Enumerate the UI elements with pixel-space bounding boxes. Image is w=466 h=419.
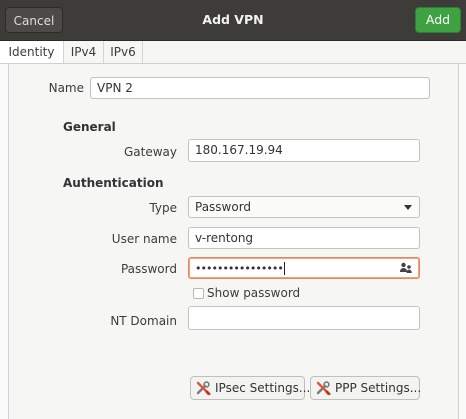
nt-domain-label: NT Domain xyxy=(110,314,177,328)
show-password-label: Show password xyxy=(207,286,301,300)
ppp-settings-button[interactable]: PPP Settings... xyxy=(310,376,422,400)
password-masked-value: •••••••••••••••• xyxy=(195,262,284,275)
username-label: User name xyxy=(111,232,177,246)
password-field[interactable]: •••••••••••••••• xyxy=(188,257,420,279)
show-password-checkbox[interactable] xyxy=(193,288,204,299)
gateway-field[interactable]: 180.167.19.94 xyxy=(188,139,420,162)
chevron-down-icon xyxy=(404,205,412,210)
user-group-icon[interactable] xyxy=(399,261,413,275)
wrench-screwdriver-icon xyxy=(196,381,211,395)
type-label: Type xyxy=(149,201,177,215)
add-button[interactable]: Add xyxy=(415,7,461,33)
text-cursor xyxy=(283,262,285,275)
dialog-title: Add VPN xyxy=(202,12,264,27)
username-field[interactable]: v-rentong xyxy=(188,227,420,249)
cancel-button[interactable]: Cancel xyxy=(5,7,63,33)
general-heading: General xyxy=(63,120,116,134)
type-value: Password xyxy=(195,200,252,214)
tab-bar: Identity IPv4 IPv6 xyxy=(0,41,466,64)
authentication-heading: Authentication xyxy=(63,176,164,190)
tab-ipv4[interactable]: IPv4 xyxy=(64,41,104,63)
password-label: Password xyxy=(120,262,177,276)
ppp-settings-label: PPP Settings... xyxy=(335,381,422,395)
wrench-screwdriver-icon xyxy=(316,381,331,395)
type-dropdown[interactable]: Password xyxy=(188,196,420,218)
gateway-label: Gateway xyxy=(123,145,177,159)
tab-identity[interactable]: Identity xyxy=(0,41,64,63)
name-field[interactable]: VPN 2 xyxy=(90,77,430,99)
header-bar: Cancel Add VPN Add xyxy=(0,0,466,41)
tab-ipv6[interactable]: IPv6 xyxy=(104,41,143,63)
ipsec-settings-button[interactable]: IPsec Settings... xyxy=(190,376,310,400)
ipsec-settings-label: IPsec Settings... xyxy=(215,381,311,395)
nt-domain-field[interactable] xyxy=(188,306,420,330)
name-label: Name xyxy=(48,81,84,95)
